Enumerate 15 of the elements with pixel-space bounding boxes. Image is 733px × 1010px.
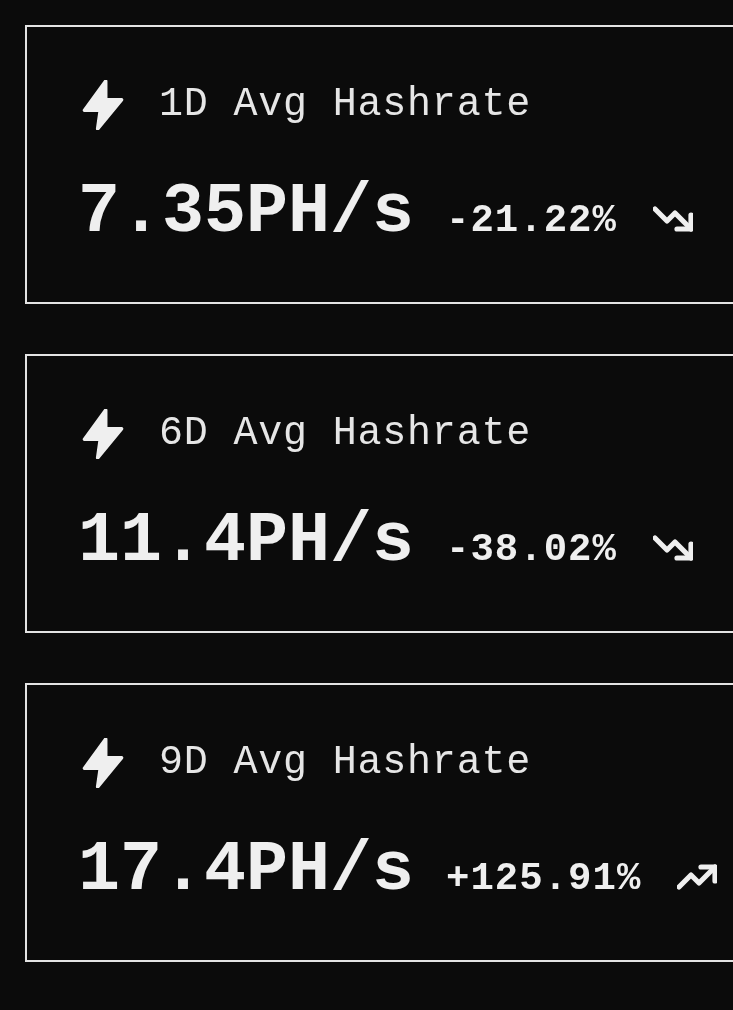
hashrate-value: 11.4PH/s bbox=[78, 507, 415, 577]
card-title: 9D Avg Hashrate bbox=[159, 743, 532, 783]
hashrate-value: 7.35PH/s bbox=[78, 178, 415, 248]
bolt-icon bbox=[80, 80, 126, 130]
card-title: 6D Avg Hashrate bbox=[159, 414, 532, 454]
change-percent: -38.02% bbox=[446, 531, 617, 570]
bolt-icon bbox=[80, 409, 126, 459]
bolt-icon bbox=[80, 738, 126, 788]
trend-up-arrow-icon bbox=[677, 864, 718, 890]
change-percent: +125.91% bbox=[446, 860, 642, 899]
trend-down-arrow-icon bbox=[652, 535, 693, 561]
card-title: 1D Avg Hashrate bbox=[159, 85, 532, 125]
trend-down-arrow-icon bbox=[652, 206, 693, 232]
hashrate-value: 17.4PH/s bbox=[78, 836, 415, 906]
change-percent: -21.22% bbox=[446, 202, 617, 241]
